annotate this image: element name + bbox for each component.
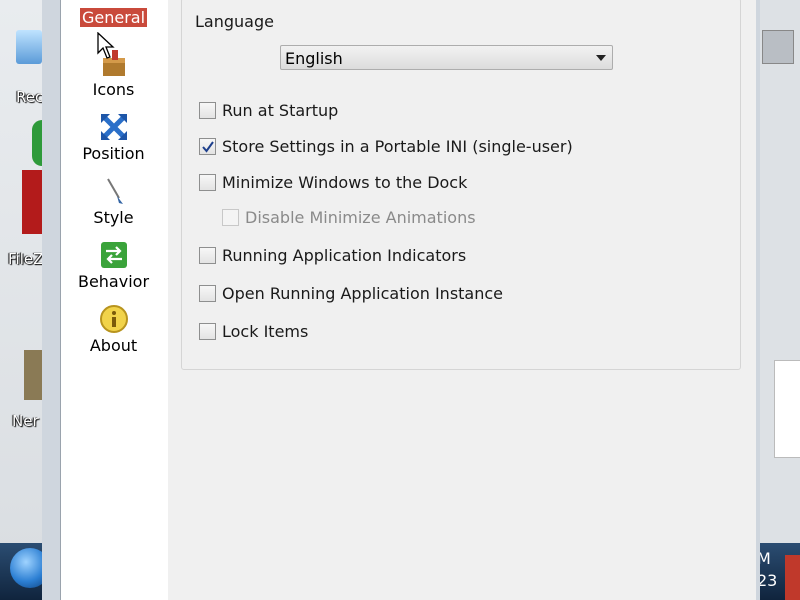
- checkbox-label: Minimize Windows to the Dock: [222, 173, 468, 192]
- sidebar-item-label: Style: [93, 208, 134, 227]
- checkbox-box[interactable]: [199, 323, 216, 340]
- desktop-icon-filezilla[interactable]: [22, 170, 42, 234]
- running-app-indicators-checkbox[interactable]: Running Application Indicators: [199, 246, 466, 265]
- desktop-icon-recycle[interactable]: [16, 30, 42, 64]
- sidebar-item-label: Icons: [92, 80, 135, 99]
- sidebar-item-behavior[interactable]: Behavior: [60, 240, 167, 291]
- open-running-instance-checkbox[interactable]: Open Running Application Instance: [199, 284, 503, 303]
- behavior-icon: [99, 240, 129, 270]
- checkbox-box[interactable]: [199, 174, 216, 191]
- sidebar-item-icons[interactable]: Icons: [60, 48, 167, 99]
- checkbox-label: Disable Minimize Animations: [245, 208, 476, 227]
- paintbrush-icon: [99, 176, 129, 206]
- back-window-panel: [774, 360, 800, 458]
- sidebar-item-label: Behavior: [77, 272, 150, 291]
- sidebar-item-label: General: [79, 8, 148, 27]
- checkbox-box[interactable]: [199, 285, 216, 302]
- checkbox-label: Lock Items: [222, 322, 309, 341]
- language-select-value: English: [285, 49, 343, 68]
- minimize-to-dock-checkbox[interactable]: Minimize Windows to the Dock: [199, 173, 467, 192]
- box-icon: [99, 48, 129, 78]
- desktop-icon-green[interactable]: [32, 120, 42, 166]
- desktop-icon-network[interactable]: [24, 350, 42, 400]
- taskbar-tray: M 23: [753, 543, 800, 600]
- sidebar-item-about[interactable]: About: [60, 304, 167, 355]
- portable-ini-checkbox[interactable]: Store Settings in a Portable INI (single…: [199, 137, 573, 156]
- checkbox-label: Run at Startup: [222, 101, 339, 120]
- desktop-right: [760, 0, 800, 600]
- language-select[interactable]: English: [280, 45, 613, 70]
- back-window-close-icon[interactable]: [762, 30, 794, 64]
- desktop-icon-label: Rec: [16, 88, 42, 106]
- chevron-down-icon: [596, 55, 606, 61]
- language-label: Language: [195, 12, 274, 31]
- info-icon: [99, 304, 129, 334]
- lock-items-checkbox[interactable]: Lock Items: [199, 322, 308, 341]
- checkmark-icon: [201, 140, 214, 153]
- desktop-icon-label: Ner: [12, 412, 39, 430]
- general-icon: [99, 0, 129, 6]
- position-arrows-icon: [99, 112, 129, 142]
- checkbox-label: Open Running Application Instance: [222, 284, 504, 303]
- sidebar-item-label: About: [89, 336, 138, 355]
- run-at-startup-checkbox[interactable]: Run at Startup: [199, 101, 338, 120]
- disable-minimize-animations-checkbox: Disable Minimize Animations: [222, 208, 476, 227]
- checkbox-box[interactable]: [199, 247, 216, 264]
- checkbox-label: Store Settings in a Portable INI (single…: [222, 137, 573, 156]
- show-desktop-button[interactable]: [785, 555, 800, 600]
- sidebar-item-position[interactable]: Position: [60, 112, 167, 163]
- checkbox-box[interactable]: [199, 138, 216, 155]
- sidebar-item-label: Position: [82, 144, 145, 163]
- desktop-left: Rec FileZ Ner: [0, 0, 42, 600]
- desktop-icon-label: FileZ: [8, 250, 42, 268]
- checkbox-label: Running Application Indicators: [222, 246, 467, 265]
- sidebar-item-general[interactable]: General: [60, 0, 167, 27]
- checkbox-box: [222, 209, 239, 226]
- sidebar-item-style[interactable]: Style: [60, 176, 167, 227]
- clock-line-2: 23: [757, 571, 778, 590]
- checkbox-box[interactable]: [199, 102, 216, 119]
